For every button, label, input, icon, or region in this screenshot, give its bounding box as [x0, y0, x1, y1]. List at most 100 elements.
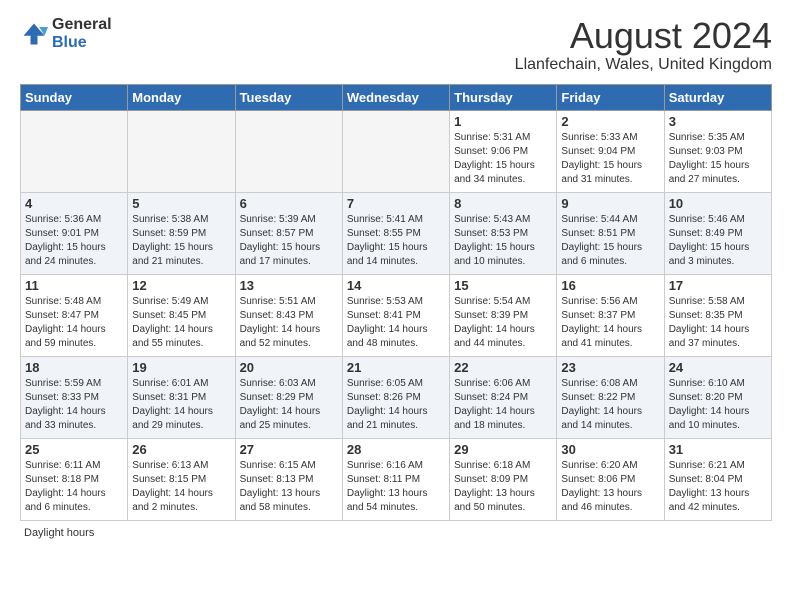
- day-info: Sunrise: 6:15 AM Sunset: 8:13 PM Dayligh…: [240, 459, 338, 515]
- day-info: Sunrise: 5:46 AM Sunset: 8:49 PM Dayligh…: [669, 213, 767, 269]
- day-info: Sunrise: 6:18 AM Sunset: 8:09 PM Dayligh…: [454, 459, 552, 515]
- day-info: Sunrise: 5:56 AM Sunset: 8:37 PM Dayligh…: [561, 295, 659, 351]
- calendar-cell: 17 Sunrise: 5:58 AM Sunset: 8:35 PM Dayli…: [664, 274, 771, 356]
- day-number: 24: [669, 360, 767, 375]
- logo-icon: [20, 20, 48, 48]
- day-info: Sunrise: 6:13 AM Sunset: 8:15 PM Dayligh…: [132, 459, 230, 515]
- day-number: 4: [25, 196, 123, 211]
- day-info: Sunrise: 5:36 AM Sunset: 9:01 PM Dayligh…: [25, 213, 123, 269]
- col-thursday: Thursday: [450, 84, 557, 110]
- day-number: 22: [454, 360, 552, 375]
- day-number: 12: [132, 278, 230, 293]
- calendar-cell: 29 Sunrise: 6:18 AM Sunset: 8:09 PM Dayli…: [450, 438, 557, 520]
- calendar-cell: 11 Sunrise: 5:48 AM Sunset: 8:47 PM Dayli…: [21, 274, 128, 356]
- day-number: 16: [561, 278, 659, 293]
- day-info: Sunrise: 5:49 AM Sunset: 8:45 PM Dayligh…: [132, 295, 230, 351]
- day-info: Sunrise: 5:58 AM Sunset: 8:35 PM Dayligh…: [669, 295, 767, 351]
- main-title: August 2024: [515, 16, 772, 56]
- col-saturday: Saturday: [664, 84, 771, 110]
- calendar-cell: 12 Sunrise: 5:49 AM Sunset: 8:45 PM Dayli…: [128, 274, 235, 356]
- day-number: 23: [561, 360, 659, 375]
- day-info: Sunrise: 5:43 AM Sunset: 8:53 PM Dayligh…: [454, 213, 552, 269]
- calendar-cell: 5Sunrise: 5:38 AM Sunset: 8:59 PM Daylig…: [128, 192, 235, 274]
- calendar-cell: 31Sunrise: 6:21 AM Sunset: 8:04 PM Dayli…: [664, 438, 771, 520]
- calendar-cell: 25 Sunrise: 6:11 AM Sunset: 8:18 PM Dayli…: [21, 438, 128, 520]
- day-info: Sunrise: 6:06 AM Sunset: 8:24 PM Dayligh…: [454, 377, 552, 433]
- day-number: 17: [669, 278, 767, 293]
- page: General Blue August 2024 Llanfechain, Wa…: [0, 0, 792, 549]
- day-number: 3: [669, 114, 767, 129]
- calendar-week-row: 18Sunrise: 5:59 AM Sunset: 8:33 PM Dayli…: [21, 356, 772, 438]
- calendar-cell: 22 Sunrise: 6:06 AM Sunset: 8:24 PM Dayli…: [450, 356, 557, 438]
- day-info: Sunrise: 6:21 AM Sunset: 8:04 PM Dayligh…: [669, 459, 767, 515]
- day-info: Sunrise: 6:01 AM Sunset: 8:31 PM Dayligh…: [132, 377, 230, 433]
- day-number: 25: [25, 442, 123, 457]
- calendar-cell: 19Sunrise: 6:01 AM Sunset: 8:31 PM Dayli…: [128, 356, 235, 438]
- calendar-cell: 13Sunrise: 5:51 AM Sunset: 8:43 PM Dayli…: [235, 274, 342, 356]
- day-number: 28: [347, 442, 445, 457]
- day-info: Sunrise: 5:44 AM Sunset: 8:51 PM Dayligh…: [561, 213, 659, 269]
- day-number: 29: [454, 442, 552, 457]
- day-info: Sunrise: 5:35 AM Sunset: 9:03 PM Dayligh…: [669, 131, 767, 187]
- calendar-cell: 10 Sunrise: 5:46 AM Sunset: 8:49 PM Dayli…: [664, 192, 771, 274]
- subtitle: Llanfechain, Wales, United Kingdom: [515, 56, 772, 74]
- day-number: 11: [25, 278, 123, 293]
- calendar-week-row: 11 Sunrise: 5:48 AM Sunset: 8:47 PM Dayli…: [21, 274, 772, 356]
- calendar-cell: 28 Sunrise: 6:16 AM Sunset: 8:11 PM Dayli…: [342, 438, 449, 520]
- col-tuesday: Tuesday: [235, 84, 342, 110]
- calendar-week-row: 25 Sunrise: 6:11 AM Sunset: 8:18 PM Dayli…: [21, 438, 772, 520]
- calendar-cell: [235, 110, 342, 192]
- day-info: Sunrise: 6:08 AM Sunset: 8:22 PM Dayligh…: [561, 377, 659, 433]
- day-number: 27: [240, 442, 338, 457]
- header-row: Sunday Monday Tuesday Wednesday Thursday…: [21, 84, 772, 110]
- calendar-cell: 23 Sunrise: 6:08 AM Sunset: 8:22 PM Dayli…: [557, 356, 664, 438]
- calendar-cell: [128, 110, 235, 192]
- calendar-cell: 6Sunrise: 5:39 AM Sunset: 8:57 PM Daylig…: [235, 192, 342, 274]
- day-info: Sunrise: 5:48 AM Sunset: 8:47 PM Dayligh…: [25, 295, 123, 351]
- logo-general-text: General: [52, 16, 112, 33]
- title-area: August 2024 Llanfechain, Wales, United K…: [515, 16, 772, 74]
- calendar-cell: 30Sunrise: 6:20 AM Sunset: 8:06 PM Dayli…: [557, 438, 664, 520]
- day-info: Sunrise: 6:16 AM Sunset: 8:11 PM Dayligh…: [347, 459, 445, 515]
- day-number: 7: [347, 196, 445, 211]
- footer: Daylight hours: [20, 527, 772, 539]
- day-number: 21: [347, 360, 445, 375]
- day-number: 18: [25, 360, 123, 375]
- day-number: 9: [561, 196, 659, 211]
- day-number: 10: [669, 196, 767, 211]
- day-info: Sunrise: 6:20 AM Sunset: 8:06 PM Dayligh…: [561, 459, 659, 515]
- day-info: Sunrise: 6:10 AM Sunset: 8:20 PM Dayligh…: [669, 377, 767, 433]
- day-number: 20: [240, 360, 338, 375]
- day-info: Sunrise: 6:05 AM Sunset: 8:26 PM Dayligh…: [347, 377, 445, 433]
- day-info: Sunrise: 6:11 AM Sunset: 8:18 PM Dayligh…: [25, 459, 123, 515]
- col-wednesday: Wednesday: [342, 84, 449, 110]
- logo-blue-text: Blue: [52, 34, 87, 51]
- calendar-cell: 16 Sunrise: 5:56 AM Sunset: 8:37 PM Dayli…: [557, 274, 664, 356]
- day-info: Sunrise: 5:39 AM Sunset: 8:57 PM Dayligh…: [240, 213, 338, 269]
- calendar-cell: 1 Sunrise: 5:31 AM Sunset: 9:06 PM Daylig…: [450, 110, 557, 192]
- calendar-cell: 3 Sunrise: 5:35 AM Sunset: 9:03 PM Daylig…: [664, 110, 771, 192]
- calendar-cell: 18Sunrise: 5:59 AM Sunset: 8:33 PM Dayli…: [21, 356, 128, 438]
- calendar-cell: 20Sunrise: 6:03 AM Sunset: 8:29 PM Dayli…: [235, 356, 342, 438]
- day-number: 2: [561, 114, 659, 129]
- calendar-cell: 24 Sunrise: 6:10 AM Sunset: 8:20 PM Dayli…: [664, 356, 771, 438]
- day-info: Sunrise: 5:38 AM Sunset: 8:59 PM Dayligh…: [132, 213, 230, 269]
- calendar-cell: 4 Sunrise: 5:36 AM Sunset: 9:01 PM Daylig…: [21, 192, 128, 274]
- day-info: Sunrise: 5:33 AM Sunset: 9:04 PM Dayligh…: [561, 131, 659, 187]
- day-number: 14: [347, 278, 445, 293]
- header: General Blue August 2024 Llanfechain, Wa…: [20, 16, 772, 74]
- day-info: Sunrise: 5:41 AM Sunset: 8:55 PM Dayligh…: [347, 213, 445, 269]
- col-monday: Monday: [128, 84, 235, 110]
- day-number: 8: [454, 196, 552, 211]
- day-info: Sunrise: 5:53 AM Sunset: 8:41 PM Dayligh…: [347, 295, 445, 351]
- calendar-cell: 9 Sunrise: 5:44 AM Sunset: 8:51 PM Daylig…: [557, 192, 664, 274]
- logo: General Blue: [20, 16, 112, 51]
- calendar-week-row: 4 Sunrise: 5:36 AM Sunset: 9:01 PM Daylig…: [21, 192, 772, 274]
- day-number: 15: [454, 278, 552, 293]
- day-info: Sunrise: 5:31 AM Sunset: 9:06 PM Dayligh…: [454, 131, 552, 187]
- day-info: Sunrise: 5:51 AM Sunset: 8:43 PM Dayligh…: [240, 295, 338, 351]
- calendar-cell: 21 Sunrise: 6:05 AM Sunset: 8:26 PM Dayli…: [342, 356, 449, 438]
- day-number: 1: [454, 114, 552, 129]
- calendar-table: Sunday Monday Tuesday Wednesday Thursday…: [20, 84, 772, 521]
- day-info: Sunrise: 5:54 AM Sunset: 8:39 PM Dayligh…: [454, 295, 552, 351]
